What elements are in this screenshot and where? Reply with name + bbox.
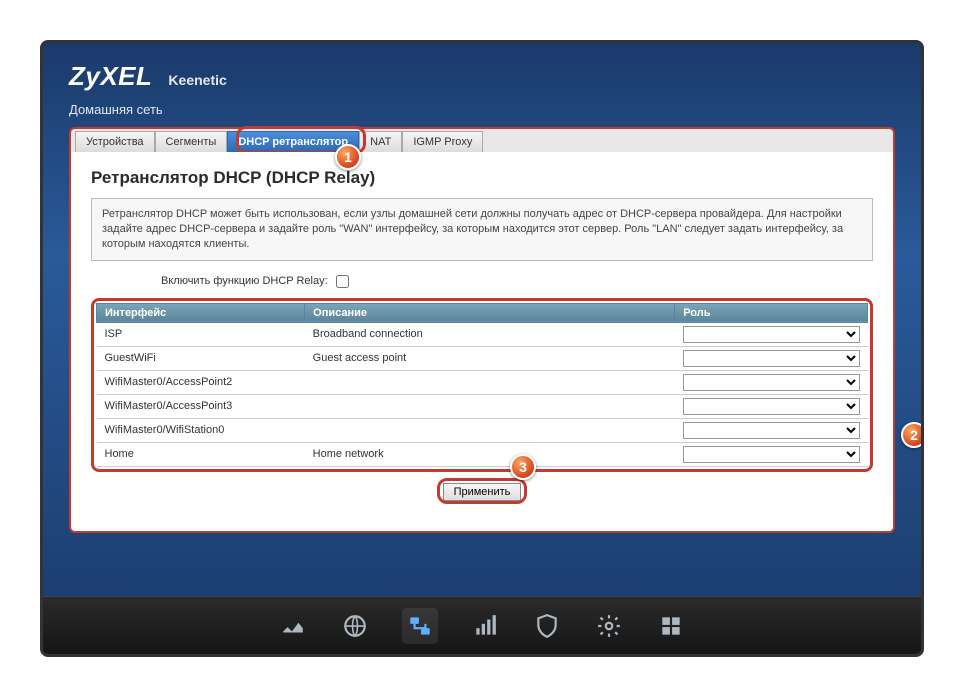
page-title: Ретранслятор DHCP (DHCP Relay)	[91, 168, 873, 188]
callout-3: 3	[510, 454, 536, 480]
dock-dashboard-icon[interactable]	[278, 611, 308, 641]
cell-role	[675, 394, 868, 418]
role-select[interactable]	[683, 398, 860, 415]
dock-network-icon[interactable]	[402, 608, 438, 644]
enable-dhcp-relay-checkbox[interactable]	[336, 275, 349, 288]
role-select[interactable]	[683, 422, 860, 439]
enable-dhcp-relay-row: Включить функцию DHCP Relay:	[91, 275, 873, 288]
brand-logo: ZyXEL	[69, 61, 152, 92]
cell-role	[675, 442, 868, 466]
cell-description: Home network	[305, 442, 675, 466]
table-row: GuestWiFiGuest access point	[97, 346, 868, 370]
table-row: HomeHome network	[97, 442, 868, 466]
dock-settings-icon[interactable]	[594, 611, 624, 641]
apply-button[interactable]: Применить	[443, 483, 522, 501]
callout-2: 2	[901, 422, 924, 448]
cell-description: Broadband connection	[305, 322, 675, 346]
cell-description	[305, 370, 675, 394]
col-interface: Интерфейс	[97, 303, 305, 322]
role-select[interactable]	[683, 326, 860, 343]
tab-igmp-proxy[interactable]: IGMP Proxy	[402, 131, 483, 152]
interfaces-table-wrap: Интерфейс Описание Роль ISPBroadband con…	[91, 298, 873, 472]
cell-role	[675, 418, 868, 442]
interfaces-table: Интерфейс Описание Роль ISPBroadband con…	[96, 303, 868, 467]
tab-nat[interactable]: NAT	[359, 131, 402, 152]
tab-segments[interactable]: Сегменты	[155, 131, 228, 152]
brand-model: Keenetic	[168, 72, 226, 88]
cell-role	[675, 370, 868, 394]
cell-role	[675, 322, 868, 346]
content-panel: Ретранслятор DHCP (DHCP Relay) Ретрансля…	[69, 152, 895, 533]
cell-description	[305, 418, 675, 442]
cell-interface: WifiMaster0/AccessPoint3	[97, 394, 305, 418]
role-select[interactable]	[683, 446, 860, 463]
table-row: WifiMaster0/WifiStation0	[97, 418, 868, 442]
col-role: Роль	[675, 303, 868, 322]
role-select[interactable]	[683, 350, 860, 367]
dock-bar	[43, 596, 921, 654]
col-description: Описание	[305, 303, 675, 322]
page-description: Ретранслятор DHCP может быть использован…	[91, 198, 873, 261]
cell-description	[305, 394, 675, 418]
header: ZyXEL Keenetic Домашняя сеть	[43, 43, 921, 127]
role-select[interactable]	[683, 374, 860, 391]
table-row: WifiMaster0/AccessPoint2	[97, 370, 868, 394]
dock-wifi-icon[interactable]	[470, 611, 500, 641]
cell-description: Guest access point	[305, 346, 675, 370]
dock-apps-icon[interactable]	[656, 611, 686, 641]
dock-shield-icon[interactable]	[532, 611, 562, 641]
cell-role	[675, 346, 868, 370]
breadcrumb: Домашняя сеть	[69, 102, 895, 121]
tab-devices[interactable]: Устройства	[75, 131, 155, 152]
app-window: ZyXEL Keenetic Домашняя сеть Устройства …	[40, 40, 924, 657]
dock-globe-icon[interactable]	[340, 611, 370, 641]
callout-1: 1	[335, 144, 361, 170]
tab-bar: Устройства Сегменты DHCP ретранслятор NA…	[69, 127, 895, 152]
table-row: WifiMaster0/AccessPoint3	[97, 394, 868, 418]
cell-interface: GuestWiFi	[97, 346, 305, 370]
cell-interface: WifiMaster0/AccessPoint2	[97, 370, 305, 394]
cell-interface: ISP	[97, 322, 305, 346]
cell-interface: Home	[97, 442, 305, 466]
enable-dhcp-relay-label: Включить функцию DHCP Relay:	[161, 275, 328, 287]
cell-interface: WifiMaster0/WifiStation0	[97, 418, 305, 442]
table-row: ISPBroadband connection	[97, 322, 868, 346]
